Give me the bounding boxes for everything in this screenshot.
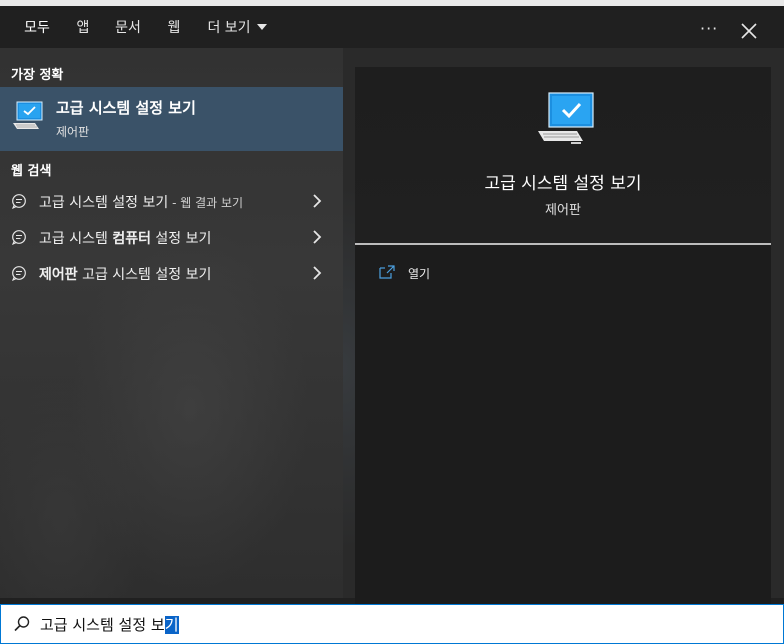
web-result-text: 제어판 고급 시스템 설정 보기 bbox=[39, 264, 211, 284]
tab-apps[interactable]: 앱 bbox=[70, 6, 96, 50]
preview-header: 고급 시스템 설정 보기 제어판 bbox=[355, 67, 771, 243]
preview-subtitle: 제어판 bbox=[545, 203, 581, 218]
tab-bar: 모두 앱 문서 웹 더 보기 ··· bbox=[0, 6, 784, 55]
web-result-prefix: 고급 시스템 bbox=[39, 231, 113, 247]
search-query-selection: 기 bbox=[164, 616, 179, 634]
search-input[interactable]: 고급 시스템 설정 보기 bbox=[40, 614, 179, 635]
web-result-item[interactable]: 고급 시스템 설정 보기 - 웹 결과 보기 bbox=[0, 184, 343, 218]
best-match-header: 가장 정확 bbox=[11, 68, 64, 83]
tab-more-label: 더 보기 bbox=[207, 20, 251, 36]
web-search-icon bbox=[12, 194, 26, 209]
preview-pane: 고급 시스템 설정 보기 제어판 열기 bbox=[355, 67, 771, 604]
best-match-title: 고급 시스템 설정 보기 bbox=[56, 99, 196, 117]
computer-monitor-check-icon bbox=[13, 101, 43, 129]
web-result-text: 고급 시스템 컴퓨터 설정 보기 bbox=[39, 228, 211, 248]
search-query-text: 고급 시스템 설정 보 bbox=[40, 616, 165, 634]
web-result-item[interactable]: 고급 시스템 컴퓨터 설정 보기 bbox=[0, 220, 343, 254]
close-icon[interactable] bbox=[740, 22, 758, 40]
web-search-icon bbox=[12, 230, 26, 245]
web-result-text: 고급 시스템 설정 보기 - 웹 결과 보기 bbox=[39, 192, 243, 212]
more-icon[interactable]: ··· bbox=[700, 20, 720, 40]
preview-title: 고급 시스템 설정 보기 bbox=[484, 174, 642, 194]
web-result-hint: - 웹 결과 보기 bbox=[168, 196, 244, 210]
tab-more[interactable]: 더 보기 bbox=[200, 6, 274, 50]
web-search-icon bbox=[12, 266, 26, 281]
tab-all[interactable]: 모두 bbox=[14, 6, 60, 50]
open-action-label: 열기 bbox=[408, 267, 431, 281]
search-box[interactable]: 고급 시스템 설정 보기 bbox=[0, 604, 784, 644]
web-result-suffix: 고급 시스템 설정 보기 bbox=[77, 267, 212, 283]
preview-actions: 열기 bbox=[355, 245, 771, 604]
web-result-suffix: 설정 보기 bbox=[150, 231, 212, 247]
chevron-right-icon[interactable] bbox=[312, 230, 322, 244]
search-icon bbox=[14, 616, 30, 632]
web-search-header: 웹 검색 bbox=[11, 164, 52, 179]
computer-monitor-check-icon bbox=[538, 92, 594, 144]
web-result-query: 고급 시스템 설정 보기 bbox=[39, 195, 169, 211]
tab-documents[interactable]: 문서 bbox=[108, 6, 148, 50]
chevron-down-icon bbox=[256, 24, 267, 30]
web-result-bold: 컴퓨터 bbox=[112, 231, 151, 247]
open-external-icon bbox=[379, 265, 395, 279]
open-action[interactable]: 열기 bbox=[379, 263, 499, 287]
best-match-result[interactable]: 고급 시스템 설정 보기 제어판 bbox=[0, 87, 343, 151]
best-match-subtitle: 제어판 bbox=[56, 125, 90, 139]
web-result-item[interactable]: 제어판 고급 시스템 설정 보기 bbox=[0, 256, 343, 290]
web-result-bold: 제어판 bbox=[39, 267, 78, 283]
chevron-right-icon[interactable] bbox=[312, 194, 322, 208]
tab-web[interactable]: 웹 bbox=[160, 6, 188, 50]
chevron-right-icon[interactable] bbox=[312, 266, 322, 280]
